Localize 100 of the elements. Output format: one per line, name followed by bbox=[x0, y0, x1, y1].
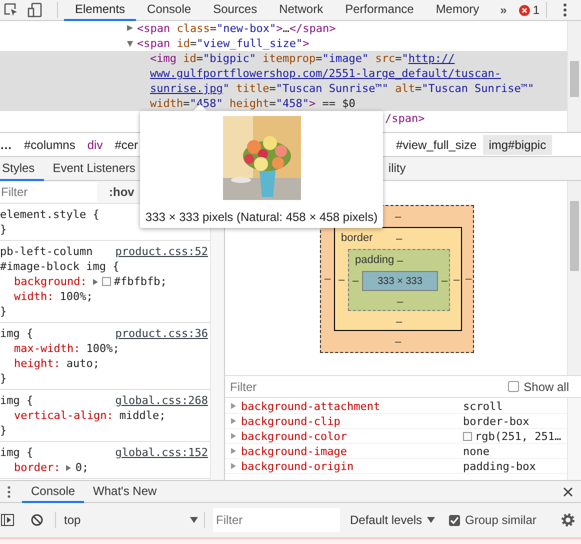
panel-tab[interactable]: Memory bbox=[424, 0, 490, 20]
css-selector: img { bbox=[0, 445, 34, 460]
inspect-icon[interactable] bbox=[3, 2, 19, 18]
image-dimensions-text: 333 × 333 pixels (Natural: 458 × 458 pixels) bbox=[145, 210, 378, 224]
breadcrumb[interactable]: div bbox=[81, 134, 109, 154]
checkbox-label[interactable]: Show all bbox=[524, 380, 569, 394]
sidebar-tab[interactable]: Event Listeners bbox=[44, 156, 144, 180]
expand-arrow-icon[interactable] bbox=[231, 403, 236, 409]
border-value: – bbox=[453, 274, 460, 286]
property-name: background-image bbox=[241, 444, 348, 458]
margin-value: – bbox=[465, 273, 472, 285]
closing-brace: } bbox=[0, 222, 7, 237]
source-link[interactable]: product.css:52 bbox=[115, 244, 208, 259]
source-link[interactable]: product.css:36 bbox=[115, 326, 208, 341]
expand-arrow-icon[interactable] bbox=[127, 25, 133, 31]
log-levels-dropdown[interactable]: Default levels bbox=[350, 513, 436, 527]
css-selector: img { bbox=[0, 326, 34, 341]
property-name: background-attachment bbox=[241, 400, 382, 412]
filter-field[interactable]: Filter bbox=[213, 508, 340, 532]
panel-tab[interactable]: Sources bbox=[202, 0, 268, 20]
panel-tab[interactable]: Console bbox=[136, 0, 202, 20]
settings-icon[interactable] bbox=[561, 513, 575, 527]
property-value: auto; bbox=[66, 356, 100, 371]
breadcrumb[interactable]: img#bigpic bbox=[482, 134, 552, 154]
expand-arrow-icon[interactable] bbox=[66, 464, 72, 470]
scrollbar[interactable] bbox=[567, 181, 581, 375]
url-link[interactable]: http:// bbox=[408, 52, 455, 65]
url-link[interactable]: www.gulfportflowershop.com/2551-large_default/tuscan- bbox=[150, 67, 501, 80]
device-icon[interactable] bbox=[27, 2, 43, 18]
panel-tab[interactable]: Elements bbox=[64, 0, 136, 20]
source-link[interactable]: global.css:152 bbox=[115, 445, 208, 460]
margin-value: – bbox=[324, 273, 331, 285]
css-selector: img { bbox=[0, 393, 34, 408]
checkbox[interactable] bbox=[449, 514, 460, 526]
padding-label: padding bbox=[355, 254, 394, 266]
padding-value: – bbox=[396, 296, 404, 308]
code-line[interactable]: <span class="new-box">…</span> bbox=[0, 21, 567, 36]
breadcrumb[interactable]: #cer bbox=[108, 134, 144, 154]
property-value: rgb(251, 251… bbox=[475, 430, 562, 442]
property-name: border: bbox=[14, 460, 60, 475]
panel-tab[interactable]: Network bbox=[268, 0, 334, 20]
border-value: – bbox=[338, 274, 345, 286]
margin-value: – bbox=[394, 336, 402, 348]
hover-state-toggle[interactable]: :hov bbox=[109, 185, 134, 199]
breadcrumb[interactable]: #view_full_size bbox=[390, 134, 483, 154]
panel-tab[interactable]: Performance bbox=[334, 0, 425, 20]
breadcrumb[interactable]: #columns bbox=[18, 134, 82, 154]
border-value: – bbox=[396, 316, 402, 328]
error-count-badge[interactable]: 1 bbox=[518, 3, 540, 17]
clear-icon[interactable] bbox=[31, 514, 43, 526]
source-link[interactable]: global.css:268 bbox=[115, 393, 208, 408]
checkbox[interactable] bbox=[508, 381, 519, 392]
color-swatch[interactable] bbox=[463, 432, 472, 440]
css-selector: element.style { bbox=[0, 207, 100, 222]
close-icon[interactable] bbox=[563, 486, 573, 496]
border-value: – bbox=[396, 232, 402, 244]
closing-brace: } bbox=[0, 423, 7, 438]
more-tabs-button[interactable]: » bbox=[494, 3, 513, 17]
menu-icon[interactable] bbox=[562, 3, 567, 17]
property-value: middle; bbox=[119, 408, 166, 423]
property-value: #fbfbfb; bbox=[114, 274, 167, 289]
css-selector: #image-block img { bbox=[0, 259, 120, 274]
property-name: vertical-align: bbox=[14, 408, 114, 423]
property-value: border-box bbox=[463, 414, 530, 428]
breadcrumb[interactable]: … bbox=[0, 134, 18, 154]
drawer-tab[interactable]: What's New bbox=[84, 480, 166, 502]
property-value: none bbox=[463, 444, 490, 458]
color-swatch[interactable] bbox=[102, 277, 111, 286]
property-name: width: bbox=[14, 289, 54, 304]
property-name: background-color bbox=[241, 430, 348, 442]
url-link[interactable]: sunrise.jpg bbox=[150, 82, 223, 95]
border-label: border bbox=[341, 232, 373, 244]
context-select[interactable]: top bbox=[62, 513, 198, 527]
padding-value: – bbox=[352, 275, 359, 287]
expand-arrow-icon[interactable] bbox=[231, 463, 236, 469]
expand-arrow-icon[interactable] bbox=[231, 448, 236, 454]
property-value: padding-box bbox=[463, 460, 536, 472]
expand-arrow-icon[interactable] bbox=[231, 433, 236, 439]
property-value: 0; bbox=[75, 460, 89, 475]
menu-icon[interactable] bbox=[7, 486, 11, 498]
closing-brace: } bbox=[0, 304, 7, 319]
code-line[interactable]: /span> bbox=[0, 111, 567, 126]
caret-icon bbox=[190, 517, 198, 523]
property-name: background: bbox=[14, 274, 87, 289]
scrollbar[interactable] bbox=[567, 398, 581, 480]
scrollbar[interactable] bbox=[567, 21, 581, 132]
property-name: background-origin bbox=[241, 460, 355, 472]
filter-field[interactable]: Filter bbox=[0, 182, 97, 202]
caret-icon bbox=[427, 517, 436, 523]
checkbox-label[interactable]: Group similar bbox=[465, 513, 536, 527]
sidebar-toggle-icon[interactable] bbox=[1, 514, 14, 526]
expand-arrow-icon[interactable] bbox=[231, 418, 236, 424]
property-value: scroll bbox=[463, 400, 503, 412]
padding-value: – bbox=[396, 254, 404, 266]
margin-value: – bbox=[394, 210, 402, 222]
property-name: height: bbox=[14, 356, 60, 371]
sidebar-tab[interactable]: ility bbox=[386, 156, 415, 180]
padding-value: – bbox=[441, 275, 448, 287]
property-name: max-width: bbox=[14, 341, 80, 356]
content-box: 333 × 333 bbox=[362, 271, 438, 291]
